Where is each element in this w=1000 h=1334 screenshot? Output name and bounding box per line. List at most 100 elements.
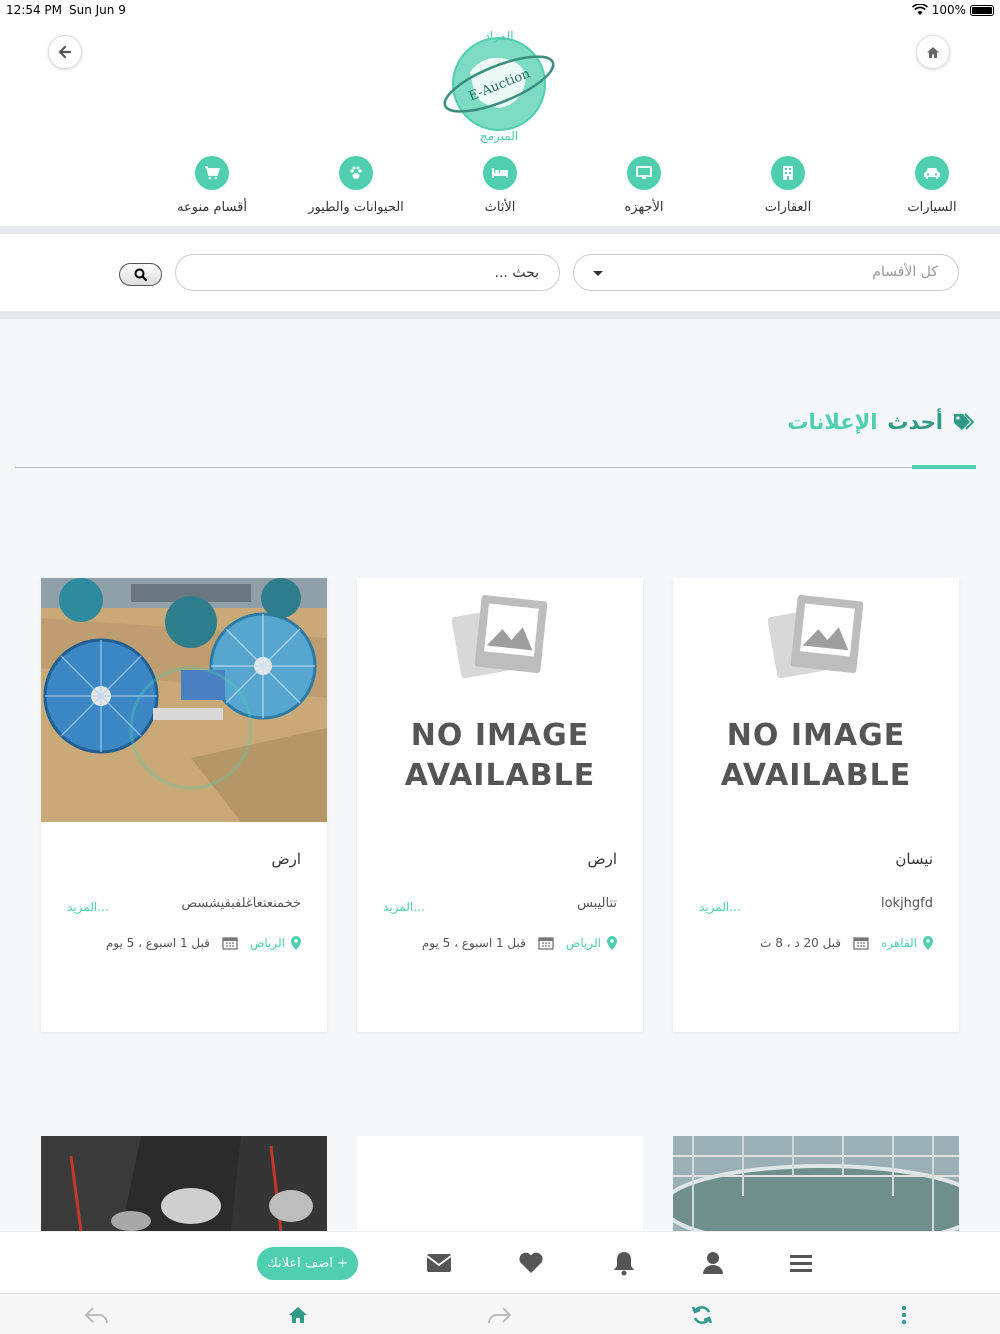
divider	[0, 226, 1000, 234]
svg-text:المبرمج: المبرمج	[480, 129, 518, 144]
e-auction-logo: E-Auction المزاد المبرمج	[440, 22, 558, 146]
listing-description: lokjhgfd	[880, 896, 933, 911]
category-bar: السيارات العقارات الأجهزه الأثاث الحيوان…	[0, 152, 1000, 222]
category-label: السيارات	[907, 200, 957, 215]
category-real-estate[interactable]: العقارات	[718, 156, 858, 215]
listing-time: قبل 1 اسبوع ، 5 يوم	[421, 936, 526, 950]
listing-location: القاهره	[881, 936, 917, 950]
messages-button[interactable]	[424, 1248, 454, 1278]
no-image-line1: NO IMAGE	[726, 718, 906, 753]
map-marker-icon	[607, 936, 617, 950]
cart-icon	[195, 156, 229, 190]
listing-card-partial[interactable]	[357, 1136, 643, 1231]
listing-meta: الرياض قبل 1 اسبوع ، 5 يوم	[106, 936, 301, 950]
search-icon	[134, 268, 147, 281]
listing-title: نيسان	[895, 850, 933, 868]
bell-icon	[614, 1252, 634, 1276]
category-misc[interactable]: أقسام منوعه	[142, 156, 282, 215]
calendar-icon	[853, 937, 869, 950]
section-title-part1: أحدث	[887, 410, 943, 434]
favorites-button[interactable]	[516, 1248, 546, 1278]
listing-card-partial[interactable]	[41, 1136, 327, 1231]
svg-text:المزاد: المزاد	[484, 29, 513, 44]
section-divider-accent	[912, 465, 976, 469]
map-marker-icon	[291, 936, 301, 950]
envelope-icon	[426, 1254, 452, 1272]
listing-meta: الرياض قبل 1 اسبوع ، 5 يوم	[422, 936, 617, 950]
profile-button[interactable]	[698, 1248, 728, 1278]
listing-meta: القاهره قبل 20 د ، 8 ث	[760, 936, 933, 950]
refresh-icon	[691, 1306, 713, 1324]
back-button[interactable]	[48, 35, 82, 69]
section-title-part2: الإعلانات	[787, 410, 878, 434]
listing-image-photo	[41, 578, 327, 822]
divider	[0, 311, 1000, 319]
listing-more-link[interactable]: المزيد...	[699, 900, 741, 914]
category-animals[interactable]: الحيوانات والطيور	[286, 156, 426, 215]
menu-icon	[790, 1255, 812, 1272]
user-icon	[703, 1252, 723, 1274]
map-marker-icon	[923, 936, 933, 950]
listing-location: الرياض	[249, 936, 285, 950]
paw-icon	[339, 156, 373, 190]
listing-title: ارض	[271, 850, 301, 868]
bottom-app-bar: + اضف اعلانك	[0, 1231, 1000, 1293]
search-button[interactable]	[119, 263, 162, 286]
menu-button[interactable]	[786, 1248, 816, 1278]
notifications-button[interactable]	[609, 1248, 639, 1278]
listing-description: تتاليبس	[577, 896, 617, 911]
listing-card[interactable]: ارض خخمنعتعاغلفبقيشسص المزيد... الرياض ق…	[41, 578, 327, 1032]
listing-image: NO IMAGE AVAILABLE	[357, 578, 643, 822]
home-button[interactable]	[916, 35, 950, 69]
category-label: العقارات	[764, 200, 812, 215]
category-furniture[interactable]: الأثاث	[430, 156, 570, 215]
listing-image: NO IMAGE AVAILABLE	[673, 578, 959, 822]
listing-card-partial[interactable]	[673, 1136, 959, 1231]
listing-card[interactable]: NO IMAGE AVAILABLE ارض تتاليبس المزيد...…	[357, 578, 643, 1032]
category-select[interactable]: كل الأقسام	[573, 254, 959, 291]
status-date: Sun Jun 9	[69, 3, 126, 17]
browser-back-button[interactable]	[83, 1303, 109, 1327]
category-cars[interactable]: السيارات	[862, 156, 1000, 215]
status-time: 12:54 PM	[6, 3, 62, 17]
search-bar: كل الأقسام	[0, 234, 1000, 311]
home-icon	[289, 1307, 307, 1323]
browser-toolbar	[0, 1293, 1000, 1334]
category-label: الأثاث	[484, 200, 516, 215]
heart-icon	[519, 1252, 543, 1273]
category-label: أقسام منوعه	[177, 200, 247, 215]
add-listing-button[interactable]: + اضف اعلانك	[257, 1247, 358, 1280]
battery-percent: 100%	[931, 3, 966, 17]
more-icon	[901, 1305, 907, 1325]
browser-more-button[interactable]	[891, 1303, 917, 1327]
section-title: أحدث الإعلانات	[787, 410, 975, 434]
no-image-placeholder: NO IMAGE AVAILABLE	[673, 578, 959, 822]
tags-icon	[954, 413, 975, 430]
status-right: 100%	[911, 3, 994, 17]
category-select-value: كل الأقسام	[872, 264, 938, 280]
browser-home-button[interactable]	[285, 1303, 311, 1327]
search-input[interactable]	[175, 254, 560, 291]
arrow-left-icon	[58, 45, 72, 59]
listing-more-link[interactable]: المزيد...	[67, 900, 109, 914]
back-arrow-icon	[85, 1307, 108, 1324]
home-icon	[927, 46, 939, 58]
battery-icon	[970, 4, 994, 16]
caret-down-icon	[593, 271, 603, 276]
section-divider	[15, 467, 976, 468]
status-bar: 12:54 PM Sun Jun 9 100%	[0, 0, 1000, 22]
browser-refresh-button[interactable]	[689, 1303, 715, 1327]
browser-forward-button[interactable]	[487, 1303, 513, 1327]
listing-description: خخمنعتعاغلفبقيشسص	[181, 896, 301, 911]
bed-icon	[483, 156, 517, 190]
no-image-line2: AVAILABLE	[404, 758, 596, 793]
listing-time: قبل 1 اسبوع ، 5 يوم	[105, 936, 210, 950]
calendar-icon	[222, 937, 238, 950]
desktop-icon	[627, 156, 661, 190]
no-image-placeholder: NO IMAGE AVAILABLE	[357, 578, 643, 822]
listing-card[interactable]: NO IMAGE AVAILABLE نيسان lokjhgfd المزيد…	[673, 578, 959, 1032]
category-label: الأجهزه	[624, 200, 664, 215]
listing-location: الرياض	[565, 936, 601, 950]
listing-more-link[interactable]: المزيد...	[383, 900, 425, 914]
category-devices[interactable]: الأجهزه	[574, 156, 714, 215]
